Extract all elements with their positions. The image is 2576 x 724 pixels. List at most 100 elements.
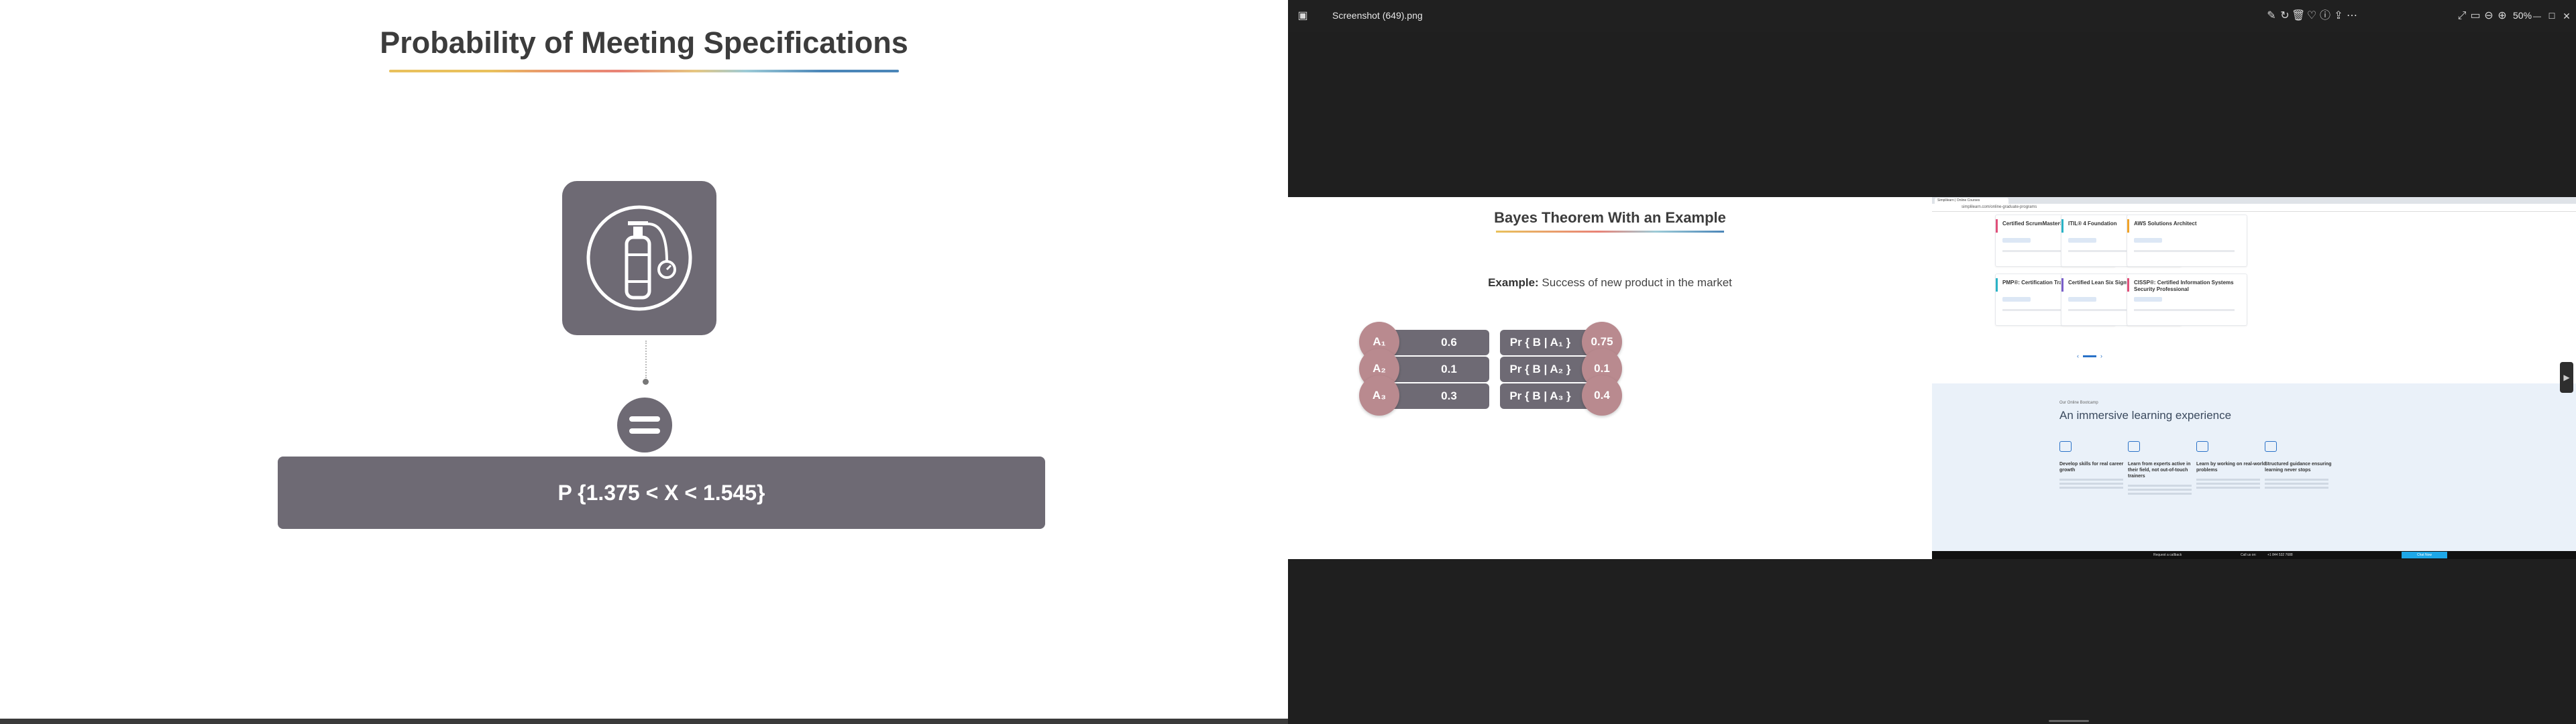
pr-b-a1-label: Pr { B | A₁ } xyxy=(1509,336,1571,349)
bayes-slide: Bayes Theorem With an Example Example: S… xyxy=(1288,197,1932,559)
example-label: Example: xyxy=(1488,276,1539,289)
card-accent xyxy=(2061,278,2063,292)
a1-value-pill: 0.6 xyxy=(1389,330,1489,355)
share-icon[interactable]: ⇪ xyxy=(2332,9,2345,23)
course-tag xyxy=(2002,297,2031,302)
url-text: simplilearn.com/online-graduate-programs xyxy=(1962,205,2037,209)
next-image-icon[interactable]: ▶ xyxy=(2560,362,2573,393)
viewer-scroll-indicator xyxy=(2049,720,2089,722)
minimize-icon[interactable]: — xyxy=(2530,9,2544,23)
feature-item: Learn from experts active in their field… xyxy=(2128,441,2202,487)
course-tag xyxy=(2134,238,2162,243)
feature-icon xyxy=(2265,441,2277,452)
section-kicker: Our Online Bootcamp xyxy=(2059,401,2098,405)
bayes-title: Bayes Theorem With an Example xyxy=(1494,209,1726,226)
fullscreen-icon[interactable]: ⤢ xyxy=(2455,9,2469,23)
course-title: CISSP®: Certified Information Systems Se… xyxy=(2134,280,2234,292)
close-icon[interactable]: ✕ xyxy=(2560,9,2573,23)
card-accent xyxy=(2127,278,2129,292)
viewer-toolbar: ▣ Screenshot (649).png ✎ ↻ 🗑 ♡ ⓘ ⇪ ⋯ ⤢ ▭… xyxy=(1288,0,2576,32)
phone-number[interactable]: +1 844 532 7688 xyxy=(2267,553,2293,557)
feature-desc xyxy=(2196,479,2260,481)
section-headline: An immersive learning experience xyxy=(2059,409,2232,422)
a3-circle: A₃ xyxy=(1359,375,1399,416)
feature-desc xyxy=(2128,485,2192,487)
carousel-pager: ‹ › xyxy=(2077,353,2102,359)
browser-address-bar: simplilearn.com/online-graduate-programs xyxy=(1932,204,2576,212)
pr-b-a3-circle: 0.4 xyxy=(1582,375,1622,416)
slide-panel: Probability of Meeting Specifications P … xyxy=(0,0,1288,724)
card-accent xyxy=(1996,219,1998,233)
course-card: CISSP®: Certified Information Systems Se… xyxy=(2127,274,2247,326)
zoom-in-icon[interactable]: ⊕ xyxy=(2496,9,2509,23)
a3-label: A₃ xyxy=(1372,389,1387,402)
more-icon[interactable]: ⋯ xyxy=(2345,9,2359,23)
image-content: Bayes Theorem With an Example Example: S… xyxy=(1288,197,2576,559)
connector-line xyxy=(645,341,647,378)
title-underline xyxy=(389,70,899,72)
a1-label: A₁ xyxy=(1373,335,1386,348)
slide-title: Probability of Meeting Specifications xyxy=(380,25,908,60)
feature-icon xyxy=(2059,441,2072,452)
feature-icon xyxy=(2196,441,2208,452)
card-accent xyxy=(2127,219,2129,233)
bayes-title-underline xyxy=(1496,231,1724,233)
immersive-section: Our Online Bootcamp An immersive learnin… xyxy=(1932,383,2576,551)
card-accent xyxy=(1996,278,1998,292)
zoom-level[interactable]: 50% xyxy=(2513,10,2532,21)
a3-value-pill: 0.3 xyxy=(1389,383,1489,409)
equals-icon xyxy=(617,398,672,452)
edit-image-icon[interactable]: ✎ xyxy=(2265,9,2278,23)
a2-value: 0.1 xyxy=(1441,363,1457,375)
feature-item: Learn by working on real-world problems xyxy=(2196,441,2270,481)
maximize-icon[interactable]: ☐ xyxy=(2545,9,2559,23)
pr-b-a2-value: 0.1 xyxy=(1594,362,1610,375)
course-tag xyxy=(2002,238,2031,243)
chat-now-button[interactable]: Chat Now xyxy=(2402,552,2447,558)
feature-title: Develop skills for real career growth xyxy=(2059,462,2124,473)
course-tag xyxy=(2068,238,2096,243)
course-tag xyxy=(2068,297,2096,302)
app-icon: ▣ xyxy=(1297,10,1308,21)
slideshow-icon[interactable]: ▭ xyxy=(2469,9,2482,23)
pr-b-a3-value: 0.4 xyxy=(1594,389,1610,402)
pr-b-a3-label: Pr { B | A₃ } xyxy=(1509,389,1571,402)
feature-title: Structured guidance ensuring learning ne… xyxy=(2265,462,2332,473)
course-title: AWS Solutions Architect xyxy=(2134,221,2197,227)
probability-formula: P {1.375 < X < 1.545} xyxy=(278,457,1045,529)
rotate-icon[interactable]: ↻ xyxy=(2278,9,2292,23)
zoom-out-icon[interactable]: ⊖ xyxy=(2482,9,2496,23)
delete-icon[interactable]: 🗑 xyxy=(2292,9,2305,23)
feature-icon xyxy=(2128,441,2140,452)
photos-viewer: ▣ Screenshot (649).png ✎ ↻ 🗑 ♡ ⓘ ⇪ ⋯ ⤢ ▭… xyxy=(1288,0,2576,724)
feature-item: Develop skills for real career growth xyxy=(2059,441,2133,481)
a2-value-pill: 0.1 xyxy=(1389,357,1489,382)
call-us-label: Call us on: xyxy=(2241,553,2257,557)
course-meta xyxy=(2134,309,2235,311)
webpage-screenshot: Simplilearn | Online Courses simplilearn… xyxy=(1932,197,2576,559)
course-cards: Certified ScrumMaster® (CSM) ITIL® 4 Fou… xyxy=(1932,212,2576,383)
request-callback-link[interactable]: Request a callback xyxy=(2153,553,2182,557)
a3-value: 0.3 xyxy=(1441,389,1457,402)
pr-b-a2-label: Pr { B | A₂ } xyxy=(1509,363,1571,375)
feature-desc xyxy=(2059,479,2123,481)
feature-title: Learn by working on real-world problems xyxy=(2196,462,2266,473)
a1-value: 0.6 xyxy=(1441,336,1457,349)
course-card: AWS Solutions Architect xyxy=(2127,215,2247,267)
feature-title: Learn from experts active in their field… xyxy=(2128,462,2191,479)
pr-b-a1-value: 0.75 xyxy=(1591,335,1613,348)
file-name: Screenshot (649).png xyxy=(1332,10,1423,21)
course-meta xyxy=(2134,250,2235,252)
feature-item: Structured guidance ensuring learning ne… xyxy=(2265,441,2339,481)
sticky-footer: Request a callback Call us on: +1 844 53… xyxy=(1932,551,2576,559)
connector-dot xyxy=(643,379,649,385)
course-tag xyxy=(2134,297,2162,302)
feature-desc xyxy=(2265,479,2328,481)
example-text: Success of new product in the market xyxy=(1538,276,1732,289)
card-accent xyxy=(2061,219,2063,233)
browser-tab: Simplilearn | Online Courses xyxy=(1935,198,2008,204)
browser-tab-strip: Simplilearn | Online Courses xyxy=(1932,197,2576,204)
favorite-icon[interactable]: ♡ xyxy=(2305,9,2318,23)
bayes-example: Example: Success of new product in the m… xyxy=(1288,276,1932,290)
info-icon[interactable]: ⓘ xyxy=(2318,9,2332,23)
